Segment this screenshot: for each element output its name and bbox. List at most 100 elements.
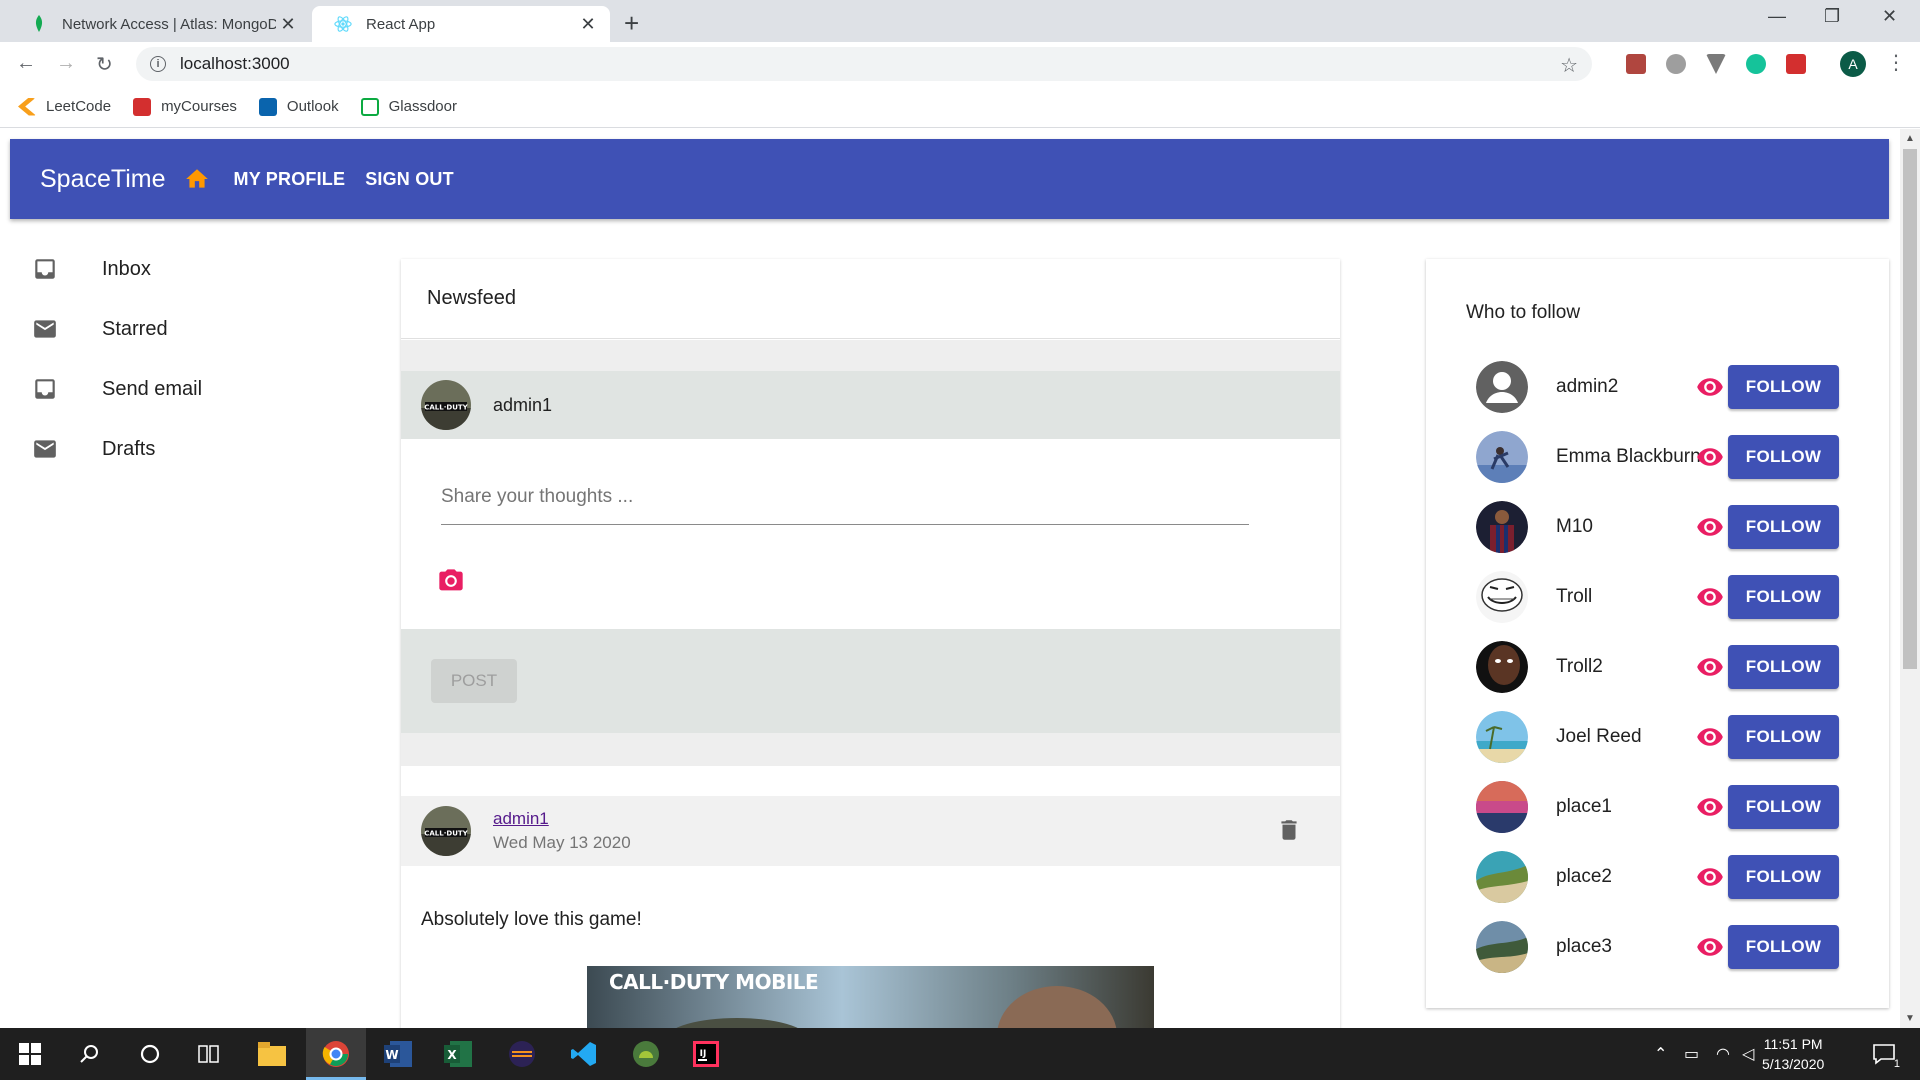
follow-button[interactable]: FOLLOW bbox=[1728, 575, 1839, 619]
back-arrow-icon[interactable]: ← bbox=[16, 52, 36, 75]
show-hidden-icons-icon[interactable]: ⌃ bbox=[1654, 1044, 1667, 1064]
avatar[interactable] bbox=[1476, 431, 1528, 483]
close-tab-icon[interactable]: ✕ bbox=[576, 14, 600, 35]
browser-tab-mongodb[interactable]: Network Access | Atlas: MongoDB ✕ bbox=[8, 6, 310, 42]
restore-icon[interactable]: ❐ bbox=[1824, 6, 1840, 27]
follow-username[interactable]: place3 bbox=[1556, 936, 1612, 958]
view-profile-eye-icon[interactable] bbox=[1696, 653, 1724, 681]
scroll-up-arrow-icon[interactable]: ▲ bbox=[1905, 133, 1915, 144]
follow-button[interactable]: FOLLOW bbox=[1728, 435, 1839, 479]
sidebar-item-inbox[interactable]: Inbox bbox=[0, 239, 360, 299]
view-profile-eye-icon[interactable] bbox=[1696, 513, 1724, 541]
avatar[interactable] bbox=[1476, 851, 1528, 903]
follow-button[interactable]: FOLLOW bbox=[1728, 505, 1839, 549]
browser-menu-icon[interactable]: ⋮ bbox=[1886, 50, 1906, 75]
vscode-icon[interactable] bbox=[568, 1038, 600, 1070]
delete-icon[interactable] bbox=[1276, 816, 1302, 844]
close-window-icon[interactable]: ✕ bbox=[1882, 6, 1897, 27]
eclipse-icon[interactable] bbox=[506, 1038, 538, 1070]
cortana-icon[interactable] bbox=[134, 1038, 166, 1070]
close-tab-icon[interactable]: ✕ bbox=[276, 14, 300, 35]
avatar[interactable] bbox=[1476, 361, 1528, 413]
extension-icon[interactable] bbox=[1666, 54, 1686, 74]
reload-icon[interactable]: ↻ bbox=[96, 52, 113, 77]
volume-icon[interactable]: ◁ bbox=[1742, 1044, 1754, 1064]
vue-extension-icon[interactable] bbox=[1706, 54, 1726, 74]
chrome-icon[interactable] bbox=[320, 1038, 352, 1070]
follow-button[interactable]: FOLLOW bbox=[1728, 785, 1839, 829]
new-tab-icon[interactable]: + bbox=[624, 8, 639, 39]
search-icon[interactable] bbox=[74, 1038, 106, 1070]
follow-button[interactable]: FOLLOW bbox=[1728, 855, 1839, 899]
battery-icon[interactable]: ▭ bbox=[1684, 1044, 1699, 1064]
app-brand[interactable]: SpaceTime bbox=[40, 165, 166, 194]
glassdoor-icon bbox=[360, 97, 379, 116]
avatar[interactable] bbox=[1476, 781, 1528, 833]
file-explorer-icon[interactable] bbox=[256, 1038, 288, 1070]
view-profile-eye-icon[interactable] bbox=[1696, 583, 1724, 611]
minimize-icon[interactable]: — bbox=[1768, 6, 1786, 27]
forward-arrow-icon[interactable]: → bbox=[56, 52, 76, 75]
post-text: Absolutely love this game! bbox=[421, 909, 642, 930]
word-icon[interactable]: W bbox=[382, 1038, 414, 1070]
view-profile-eye-icon[interactable] bbox=[1696, 373, 1724, 401]
bookmark-star-icon[interactable]: ☆ bbox=[1560, 53, 1578, 78]
post-author-link[interactable]: admin1 bbox=[493, 809, 631, 829]
sign-out-link[interactable]: SIGN OUT bbox=[365, 169, 454, 190]
address-bar[interactable]: i localhost:3000 ☆ bbox=[136, 47, 1592, 81]
follow-button[interactable]: FOLLOW bbox=[1728, 365, 1839, 409]
account-avatar[interactable]: A bbox=[1840, 51, 1866, 77]
wifi-icon[interactable]: ◠ bbox=[1716, 1044, 1730, 1064]
avatar[interactable] bbox=[1476, 501, 1528, 553]
scroll-down-arrow-icon[interactable]: ▼ bbox=[1905, 1013, 1915, 1024]
follow-button[interactable]: FOLLOW bbox=[1728, 715, 1839, 759]
avatar[interactable] bbox=[1476, 711, 1528, 763]
system-clock[interactable]: 11:51 PM 5/13/2020 bbox=[1762, 1034, 1824, 1074]
grammarly-icon[interactable] bbox=[1746, 54, 1766, 74]
notification-center-icon[interactable]: 1 bbox=[1868, 1038, 1900, 1070]
follow-username[interactable]: Troll2 bbox=[1556, 656, 1603, 678]
follow-username[interactable]: Emma Blackburn bbox=[1556, 446, 1701, 468]
site-info-icon[interactable]: i bbox=[150, 56, 166, 72]
avatar[interactable] bbox=[1476, 921, 1528, 973]
follow-button[interactable]: FOLLOW bbox=[1728, 925, 1839, 969]
camera-icon[interactable] bbox=[437, 567, 465, 595]
browser-tab-react-app[interactable]: React App ✕ bbox=[312, 6, 610, 42]
sidebar-item-send-email[interactable]: Send email bbox=[0, 359, 360, 419]
thoughts-input[interactable] bbox=[441, 469, 1249, 525]
follow-username[interactable]: place1 bbox=[1556, 796, 1612, 818]
view-profile-eye-icon[interactable] bbox=[1696, 863, 1724, 891]
excel-icon[interactable]: X bbox=[442, 1038, 474, 1070]
avatar[interactable] bbox=[1476, 641, 1528, 693]
task-view-icon[interactable] bbox=[194, 1038, 226, 1070]
my-profile-link[interactable]: MY PROFILE bbox=[234, 169, 346, 190]
follow-username[interactable]: place2 bbox=[1556, 866, 1612, 888]
intellij-icon[interactable]: IJ bbox=[690, 1038, 722, 1070]
bookmark-mycourses[interactable]: myCourses bbox=[133, 97, 237, 116]
view-profile-eye-icon[interactable] bbox=[1696, 443, 1724, 471]
sidebar-item-drafts[interactable]: Drafts bbox=[0, 419, 360, 479]
scrollbar-thumb[interactable] bbox=[1903, 149, 1917, 669]
extension-icon[interactable] bbox=[1786, 54, 1806, 74]
page-scrollbar[interactable]: ▲ ▼ bbox=[1900, 129, 1920, 1028]
follow-button[interactable]: FOLLOW bbox=[1728, 645, 1839, 689]
post-button[interactable]: POST bbox=[431, 659, 517, 703]
follow-username[interactable]: M10 bbox=[1556, 516, 1593, 538]
windows-start-icon[interactable] bbox=[14, 1038, 46, 1070]
home-icon[interactable] bbox=[184, 166, 210, 192]
follow-username[interactable]: Joel Reed bbox=[1556, 726, 1642, 748]
bookmark-glassdoor[interactable]: Glassdoor bbox=[360, 97, 457, 116]
view-profile-eye-icon[interactable] bbox=[1696, 933, 1724, 961]
bookmark-leetcode[interactable]: LeetCode bbox=[18, 97, 111, 116]
follow-username[interactable]: Troll bbox=[1556, 586, 1592, 608]
bookmark-outlook[interactable]: Outlook bbox=[258, 97, 339, 116]
sidebar-item-starred[interactable]: Starred bbox=[0, 299, 360, 359]
pdf-extension-icon[interactable] bbox=[1626, 54, 1646, 74]
android-studio-icon[interactable] bbox=[630, 1038, 662, 1070]
view-profile-eye-icon[interactable] bbox=[1696, 723, 1724, 751]
svg-text:X: X bbox=[447, 1048, 457, 1062]
avatar[interactable] bbox=[1476, 571, 1528, 623]
view-profile-eye-icon[interactable] bbox=[1696, 793, 1724, 821]
follow-username[interactable]: admin2 bbox=[1556, 376, 1618, 398]
follow-suggestion: place1 FOLLOW bbox=[1476, 781, 1876, 833]
